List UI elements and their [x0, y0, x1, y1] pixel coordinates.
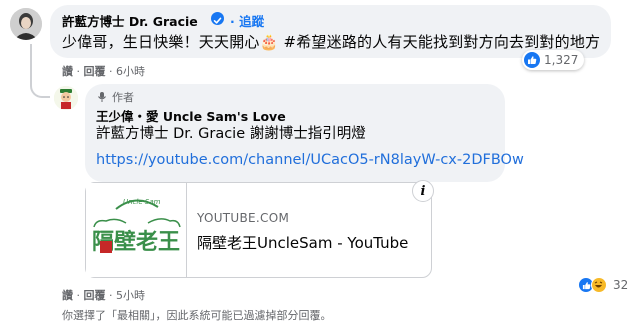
logo-sub-text: Uncle Sam — [123, 198, 161, 206]
thread-connector-line — [30, 44, 50, 98]
microphone-icon — [98, 92, 106, 102]
haha-emoji-icon — [591, 277, 607, 293]
reaction-count: 32 — [613, 278, 629, 292]
youtube-link[interactable]: https://youtube.com/channel/UCacO5-rN8la… — [96, 152, 524, 168]
uncle-sam-logo: Uncle Sam 隔壁老王 — [92, 198, 181, 255]
timestamp[interactable]: 6小時 — [116, 65, 145, 78]
separator: · — [109, 65, 116, 78]
filter-notice: 你選擇了「最相關」，因此系統可能已過濾掉部分回覆。 — [62, 309, 332, 322]
thumbs-up-icon — [524, 52, 540, 68]
reply-action[interactable]: 回覆 — [84, 289, 106, 302]
info-icon[interactable]: i — [412, 180, 434, 202]
follow-link[interactable]: · 追蹤 — [230, 11, 264, 30]
comment-actions: 讚 · 回覆 · 6小時 — [62, 63, 145, 79]
reaction-count: 1,327 — [544, 53, 579, 67]
avatar[interactable] — [54, 86, 78, 110]
reply-action[interactable]: 回覆 — [84, 65, 106, 78]
verified-badge-icon — [211, 12, 224, 25]
author-badge: 作者 — [96, 89, 134, 105]
comment-author[interactable]: 許藍方博士 Dr. Gracie — [62, 11, 198, 30]
avatar-cartoon — [54, 86, 78, 110]
timestamp[interactable]: 5小時 — [116, 289, 145, 302]
separator: · — [109, 289, 116, 302]
like-action[interactable]: 讚 — [62, 289, 73, 302]
link-preview-title[interactable]: 隔壁老王UncleSam - YouTube — [197, 232, 408, 253]
avatar[interactable] — [10, 8, 42, 40]
comment-text: 少偉哥，生日快樂！天天開心🎂 #希望迷路的人有天能找到對方向去到對的地方 — [62, 33, 601, 51]
comment-actions: 讚 · 回覆 · 5小時 — [62, 287, 145, 303]
link-preview-thumbnail[interactable]: Uncle Sam 隔壁老王 — [86, 183, 187, 277]
avatar-photo — [10, 8, 42, 40]
like-action[interactable]: 讚 — [62, 65, 73, 78]
separator: · — [76, 65, 84, 78]
comment-text: 許藍方博士 Dr. Gracie 謝謝博士指引明燈 — [96, 126, 366, 142]
reaction-summary[interactable]: 1,327 — [522, 50, 585, 70]
separator: · — [76, 289, 84, 302]
author-badge-label: 作者 — [112, 91, 134, 104]
reaction-summary[interactable]: 32 — [576, 275, 633, 295]
link-preview-domain: YOUTUBE.COM — [197, 211, 290, 225]
